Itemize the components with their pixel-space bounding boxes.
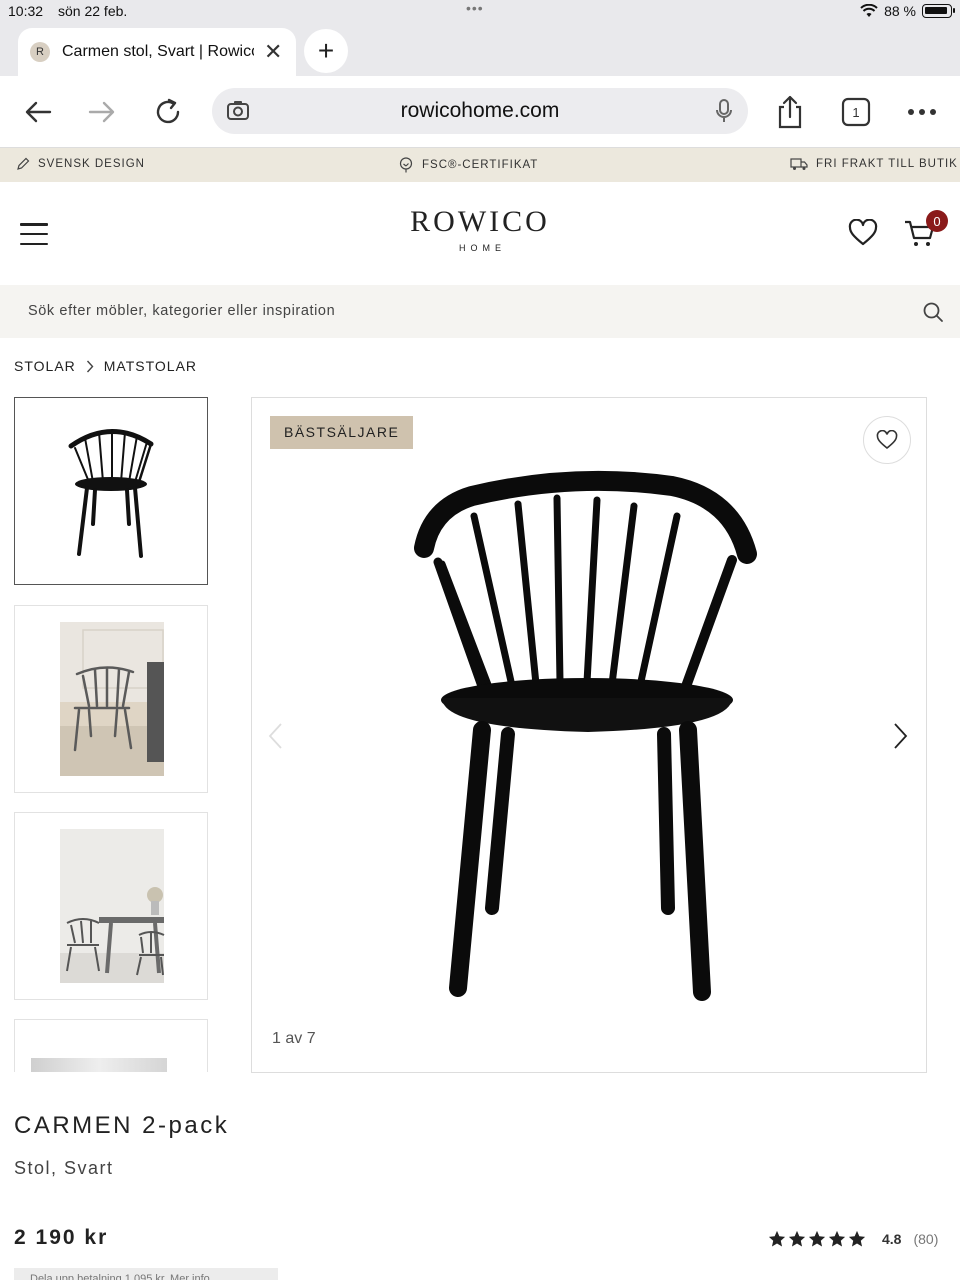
thumbnail-2[interactable] [14,605,208,793]
truck-icon [790,158,808,170]
wishlist-heart-icon[interactable] [848,218,878,252]
menu-icon[interactable] [20,223,48,245]
multitasking-dots-icon[interactable]: ••• [466,0,484,16]
chevron-right-icon [86,360,94,372]
search-icon[interactable] [922,301,944,323]
next-image-arrow-icon[interactable] [890,722,910,750]
star-icon [768,1230,786,1247]
address-bar[interactable]: rowicohome.com [212,88,748,134]
page-info-icon[interactable] [226,100,250,122]
product-subtitle: Stol, Svart [14,1158,114,1178]
status-bar: 10:32 sön 22 feb. ••• 88 % [0,0,960,26]
breadcrumb-stolar[interactable]: STOLAR [14,358,76,374]
back-arrow-icon[interactable] [18,92,58,132]
usp-left-text: SVENSK DESIGN [38,158,145,170]
star-icon [788,1230,806,1247]
site-header: ROWICO HOME 0 [0,183,960,285]
previous-image-arrow-icon[interactable] [266,722,286,750]
product-price: 2 190 kr [14,1226,109,1249]
thumbnail-4-image [31,1058,167,1072]
star-icon [808,1230,826,1247]
favicon-icon: R [30,42,50,62]
tabs-count: 1 [852,104,860,120]
usp-right-text: FRI FRAKT TILL BUTIK [816,158,958,170]
more-options-icon[interactable] [902,92,942,132]
microphone-icon[interactable] [714,98,734,124]
payment-promo[interactable]: Dela upp betalning 1 095 kr. Mer info [14,1268,278,1280]
url-text: rowicohome.com [400,99,560,122]
usp-strip: SVENSK DESIGN FSC®-CERTIFIKAT FRI FRAKT … [0,148,960,182]
thumbnail-room-image [60,622,164,776]
star-icon [848,1230,866,1247]
thumbnail-dining-image [60,829,165,983]
thumbnail-4[interactable] [14,1019,208,1072]
tabs-overview-button[interactable]: 1 [836,92,876,132]
add-to-wishlist-button[interactable] [863,416,911,464]
thumbnail-chair-image [68,429,154,558]
new-tab-button[interactable]: + [304,29,348,73]
tab-title: Carmen stol, Svart | Rowico [62,43,254,60]
breadcrumb-matstolar[interactable]: MATSTOLAR [104,358,197,374]
thumbnail-3[interactable] [14,812,208,1000]
cart-count-badge: 0 [926,210,948,232]
product-title: CARMEN 2-pack [14,1112,230,1139]
battery-level: 88 % [884,3,916,19]
heart-icon [876,430,898,450]
browser-tab[interactable]: R Carmen stol, Svart | Rowico ✕ [18,28,296,76]
rating-stars [768,1230,866,1248]
usp-svensk-design: SVENSK DESIGN [16,157,145,171]
usp-fsc: FSC®-CERTIFIKAT [398,157,538,173]
thumbnail-list [14,397,210,1072]
bestseller-badge: BÄSTSÄLJARE [270,416,414,449]
logo-subtext: HOME [459,243,506,253]
logo-text: ROWICO [410,205,550,238]
forward-arrow-icon[interactable] [82,92,122,132]
rating-value: 4.8 [882,1231,902,1247]
close-tab-icon[interactable]: ✕ [264,41,282,63]
product-image-carousel[interactable]: BÄSTSÄLJARE 1 av 7 [251,397,927,1073]
rating-count: (80) [913,1231,939,1247]
reload-icon[interactable] [148,92,188,132]
search-input[interactable]: Sök efter möbler, kategorier eller inspi… [28,303,335,319]
tab-bar: R Carmen stol, Svart | Rowico ✕ + [0,26,960,76]
wifi-icon [860,4,878,17]
usp-fri-frakt: FRI FRAKT TILL BUTIK [790,157,958,171]
star-icon [828,1230,846,1247]
thumbnail-1[interactable] [14,397,208,585]
status-date: sön 22 feb. [58,3,128,19]
product-chair-image [414,470,757,1001]
usp-center-text: FSC®-CERTIFIKAT [422,159,539,171]
image-counter: 1 av 7 [272,1030,316,1047]
tree-icon [399,157,413,173]
product-rating[interactable]: 4.8 (80) [768,1230,938,1248]
status-indicators: 88 % [860,3,955,19]
pencil-icon [17,157,30,170]
site-search[interactable]: Sök efter möbler, kategorier eller inspi… [0,285,960,338]
share-icon[interactable] [770,92,810,132]
status-time: 10:32 [8,3,44,19]
breadcrumb: STOLAR MATSTOLAR [14,358,197,374]
browser-toolbar: rowicohome.com 1 [0,76,960,148]
site-logo[interactable]: ROWICO HOME [380,205,580,253]
battery-icon [922,4,955,18]
